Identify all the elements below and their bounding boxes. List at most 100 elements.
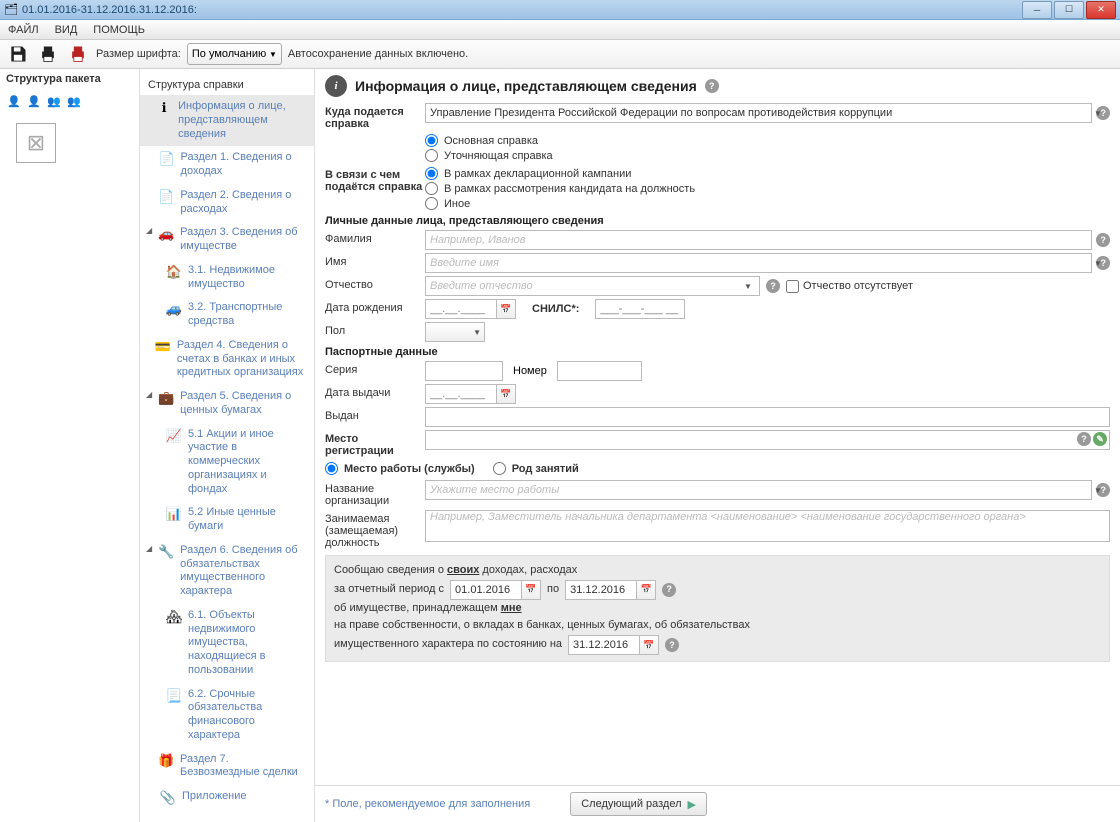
window-title: 01.01.2016-31.12.2016.31.12.2016:	[22, 4, 1020, 16]
car-icon: 🚙	[166, 301, 182, 317]
app-icon: 🗂	[4, 3, 18, 17]
snils-input[interactable]	[595, 299, 685, 319]
nav-item-section6-1[interactable]: 🏘6.1. Объекты недвижимого имущества, нах…	[160, 604, 314, 683]
chevron-down-icon[interactable]: ▼	[1094, 486, 1108, 495]
radio-main-reference[interactable]: Основная справка	[425, 133, 1110, 148]
series-label: Серия	[325, 361, 425, 376]
help-icon[interactable]: ?	[662, 583, 676, 597]
nav-item-section5-2[interactable]: 📊5.2 Иные ценные бумаги	[160, 501, 314, 539]
gender-select[interactable]: ▼	[425, 322, 485, 342]
help-icon[interactable]: ?	[705, 79, 719, 93]
menu-file[interactable]: ФАЙЛ	[0, 22, 47, 38]
nav-item-appendix[interactable]: 📎 Приложение	[140, 785, 314, 811]
titlebar: 🗂 01.01.2016-31.12.2016.31.12.2016: ─ ☐ …	[0, 0, 1120, 20]
radio-occupation[interactable]: Род занятий	[493, 461, 579, 476]
nav-item-section3[interactable]: ◢🚗 Раздел 3. Сведения об имуществе	[140, 221, 314, 259]
print-icon[interactable]	[36, 43, 60, 65]
chevron-down-icon[interactable]: ▼	[1094, 109, 1108, 118]
nav-item-section6-2[interactable]: 📃6.2. Срочные обязательства финансового …	[160, 683, 314, 748]
radio-clarify-reference[interactable]: Уточняющая справка	[425, 148, 1110, 163]
window-minimize-button[interactable]: ─	[1022, 1, 1052, 19]
issued-by-input[interactable]	[425, 407, 1110, 427]
declaration-summary: Сообщаю сведения о своих доходах, расход…	[325, 555, 1110, 662]
surname-input[interactable]	[425, 230, 1092, 250]
as-of-date-input[interactable]	[568, 635, 640, 655]
gender-label: Пол	[325, 322, 425, 337]
calendar-icon[interactable]: 📅	[496, 299, 516, 319]
nav-item-section5-1[interactable]: 📈5.1 Акции и иное участие в коммерческих…	[160, 423, 314, 502]
attachment-icon: 📎	[160, 790, 176, 806]
document-icon: 📄	[159, 151, 175, 167]
chevron-down-icon[interactable]: ◢	[146, 226, 152, 235]
calendar-icon[interactable]: 📅	[521, 580, 541, 600]
wrench-icon: 🔧	[158, 544, 174, 560]
print-red-icon[interactable]	[66, 43, 90, 65]
calendar-icon[interactable]: 📅	[636, 580, 656, 600]
window-maximize-button[interactable]: ☐	[1054, 1, 1084, 19]
nav-item-section6[interactable]: ◢🔧 Раздел 6. Сведения об обязательствах …	[140, 539, 314, 604]
radio-other[interactable]: Иное	[425, 196, 1110, 211]
package-thumbnail[interactable]: ⊠	[16, 123, 56, 163]
edit-icon[interactable]: ✎	[1093, 432, 1107, 446]
nav-item-section2[interactable]: 📄 Раздел 2. Сведения о расходах	[140, 184, 314, 222]
reason-label: В связи с чем подаётся справка	[325, 166, 425, 193]
nav-item-section3-2[interactable]: 🚙3.2. Транспортные средства	[160, 296, 314, 334]
chevron-down-icon[interactable]: ◢	[146, 390, 152, 399]
autosave-status: Автосохранение данных включено.	[288, 48, 468, 60]
name-label: Имя	[325, 253, 425, 268]
save-icon[interactable]	[6, 43, 30, 65]
person-pair-icon[interactable]: 👥	[66, 93, 82, 109]
passport-series-input[interactable]	[425, 361, 503, 381]
chevron-down-icon[interactable]: ◢	[146, 544, 152, 553]
help-icon[interactable]: ?	[665, 638, 679, 652]
help-icon[interactable]: ?	[1096, 233, 1110, 247]
person-group-icon[interactable]: 👥	[46, 93, 62, 109]
radio-candidate[interactable]: В рамках рассмотрения кандидата на должн…	[425, 181, 1110, 196]
patronymic-input[interactable]	[425, 276, 760, 296]
chart-icon: 📈	[166, 428, 182, 444]
info-icon: ℹ	[156, 100, 172, 116]
nav-item-section3-1[interactable]: 🏠3.1. Недвижимое имущество	[160, 259, 314, 297]
play-icon: ▶	[688, 798, 696, 811]
dob-input[interactable]	[425, 299, 497, 319]
gift-icon: 🎁	[158, 753, 174, 769]
nav-item-section1[interactable]: 📄 Раздел 1. Сведения о доходах	[140, 146, 314, 184]
issued-by-label: Выдан	[325, 407, 425, 422]
next-section-button[interactable]: Следующий раздел▶	[570, 792, 707, 816]
person-red-icon[interactable]: 👤	[26, 93, 42, 109]
person-blue-icon[interactable]: 👤	[6, 93, 22, 109]
toolbar: Размер шрифта: По умолчанию▼ Автосохране…	[0, 40, 1120, 69]
period-to-input[interactable]	[565, 580, 637, 600]
menu-view[interactable]: ВИД	[47, 22, 86, 38]
nav-item-info[interactable]: ℹ Информация о лице, представляющем свед…	[140, 95, 314, 146]
nav-item-section4[interactable]: 💳 Раздел 4. Сведения о счетах в банках и…	[140, 334, 314, 385]
personal-data-header: Личные данные лица, представляющего свед…	[325, 215, 1110, 227]
registration-input[interactable]	[425, 430, 1110, 450]
nav-item-section7[interactable]: 🎁 Раздел 7. Безвозмездные сделки	[140, 748, 314, 786]
registration-header: Место регистрации	[325, 430, 425, 457]
help-icon[interactable]: ?	[1077, 432, 1091, 446]
position-label: Занимаемая (замещаемая) должность	[325, 510, 425, 549]
submit-to-select[interactable]	[425, 103, 1092, 123]
chevron-down-icon[interactable]: ▼	[1094, 259, 1108, 268]
snils-label: СНИЛС*:	[532, 303, 579, 315]
radio-campaign[interactable]: В рамках декларационной кампании	[425, 166, 1110, 181]
calendar-icon[interactable]: 📅	[496, 384, 516, 404]
nav-item-section5[interactable]: ◢💼 Раздел 5. Сведения о ценных бумагах	[140, 385, 314, 423]
period-from-input[interactable]	[450, 580, 522, 600]
name-input[interactable]	[425, 253, 1092, 273]
menu-help[interactable]: ПОМОЩЬ	[85, 22, 153, 38]
radio-workplace[interactable]: Место работы (службы)	[325, 461, 475, 476]
number-label: Номер	[513, 365, 547, 377]
passport-number-input[interactable]	[557, 361, 642, 381]
help-icon[interactable]: ?	[766, 279, 780, 293]
font-size-select[interactable]: По умолчанию▼	[187, 43, 282, 65]
no-patronymic-checkbox[interactable]: Отчество отсутствует	[786, 280, 913, 293]
calendar-icon[interactable]: 📅	[639, 635, 659, 655]
position-input[interactable]	[425, 510, 1110, 542]
issue-date-input[interactable]	[425, 384, 497, 404]
chevron-down-icon[interactable]: ▼	[744, 282, 758, 291]
org-input[interactable]	[425, 480, 1092, 500]
footer-hint: Поле, рекомендуемое для заполнения	[325, 797, 530, 811]
window-close-button[interactable]: ✕	[1086, 1, 1116, 19]
